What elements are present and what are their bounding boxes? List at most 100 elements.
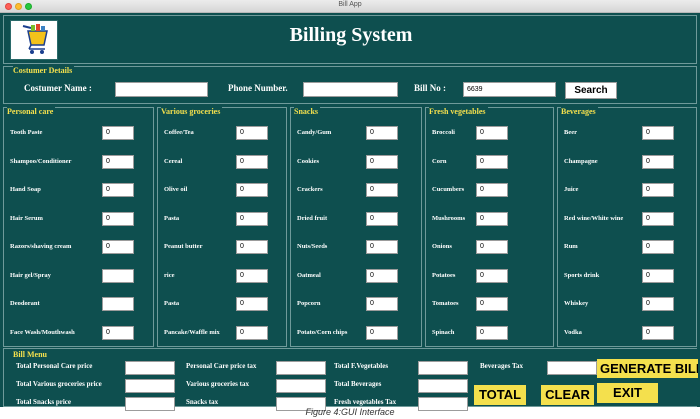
- item-label: Potato/Corn chips: [297, 328, 348, 336]
- item-label: Deodorant: [10, 300, 40, 307]
- item-label: Champagne: [564, 157, 598, 165]
- item-label: Tooth Paste: [10, 129, 43, 136]
- customer-name-label: Costumer Name :: [24, 83, 92, 93]
- item-label: Olive oil: [164, 186, 188, 193]
- item-label: Popcorn: [297, 300, 321, 307]
- quantity-input[interactable]: 0: [236, 126, 268, 140]
- header: Billing System: [3, 15, 697, 64]
- total-fresh-vegetables-field[interactable]: [418, 361, 468, 375]
- total-various-groceries-field[interactable]: [125, 379, 175, 393]
- quantity-input[interactable]: 0: [236, 240, 268, 254]
- item-label: Pancake/Waffle mix: [164, 328, 220, 336]
- phone-number-label: Phone Number.: [228, 83, 288, 93]
- various-groceries-frame: Various groceries Coffee/Tea 0 Cereal 0 Olive…: [157, 107, 287, 347]
- quantity-input[interactable]: 0: [236, 183, 268, 197]
- quantity-input[interactable]: 0: [476, 211, 508, 226]
- item-label: Spinach: [432, 328, 455, 336]
- quantity-input[interactable]: [102, 297, 134, 311]
- beverages-frame: Beverages Beer 0 Champagne 0 Juice 0 Red wine/W…: [557, 107, 697, 347]
- quantity-input[interactable]: 0: [642, 154, 674, 169]
- personal-care-frame: Personal care Tooth Paste 0 Shampoo/Conditi…: [3, 107, 154, 347]
- quantity-input[interactable]: 0: [236, 325, 268, 340]
- quantity-input[interactable]: 0: [102, 211, 134, 226]
- quantity-input[interactable]: 0: [642, 211, 674, 226]
- quantity-input[interactable]: 0: [366, 240, 398, 254]
- exit-button[interactable]: EXIT: [597, 383, 658, 403]
- item-label: rice: [164, 271, 175, 279]
- quantity-input[interactable]: 0: [476, 183, 508, 197]
- quantity-input[interactable]: 0: [102, 154, 134, 169]
- personal-care-tax-field[interactable]: [276, 361, 326, 375]
- item-label: Whiskey: [564, 300, 589, 307]
- phone-number-input[interactable]: [303, 82, 398, 97]
- quantity-input[interactable]: 0: [366, 126, 398, 140]
- item-label: Corn: [432, 157, 447, 165]
- quantity-input[interactable]: 0: [366, 154, 398, 169]
- total-beverages-label: Total Beverages: [334, 380, 382, 388]
- quantity-input[interactable]: 0: [642, 126, 674, 140]
- quantity-input[interactable]: 0: [102, 240, 134, 254]
- generate-bill-button[interactable]: GENERATE BILL: [597, 359, 698, 378]
- quantity-input[interactable]: 0: [642, 325, 674, 340]
- quantity-input[interactable]: 0: [366, 211, 398, 226]
- item-label: Hair gel/Spray: [10, 271, 51, 279]
- quantity-input[interactable]: 0: [476, 240, 508, 254]
- total-personal-care-label: Total Personal Care price: [16, 362, 93, 370]
- quantity-input[interactable]: 0: [102, 325, 134, 340]
- quantity-input[interactable]: 0: [366, 297, 398, 311]
- quantity-input[interactable]: 0: [102, 183, 134, 197]
- bill-number-label: Bill No :: [414, 83, 447, 93]
- quantity-input[interactable]: [102, 268, 134, 283]
- various-groceries-tax-field[interactable]: [276, 379, 326, 393]
- item-label: Pasta: [164, 214, 180, 222]
- total-button[interactable]: TOTAL: [474, 385, 526, 405]
- quantity-input[interactable]: 0: [236, 268, 268, 283]
- quantity-input[interactable]: 0: [476, 268, 508, 283]
- item-label: Hair Serum: [10, 214, 43, 222]
- quantity-input[interactable]: 0: [236, 154, 268, 169]
- page-title: Billing System: [289, 24, 413, 46]
- fresh-vegetables-frame: Fresh vegetables Broccoli 0 Corn 0 Cucumbers 0…: [425, 107, 554, 347]
- customer-name-input[interactable]: [115, 82, 208, 97]
- quantity-input[interactable]: 0: [476, 297, 508, 311]
- item-label: Peanut butter: [164, 243, 203, 250]
- quantity-input[interactable]: 0: [236, 211, 268, 226]
- item-label: Cereal: [164, 157, 183, 165]
- item-label: Sports drink: [564, 271, 600, 279]
- total-personal-care-field[interactable]: [125, 361, 175, 375]
- quantity-input[interactable]: 0: [642, 297, 674, 311]
- quantity-input[interactable]: 0: [642, 240, 674, 254]
- beverages-tax-field[interactable]: [547, 361, 597, 375]
- total-beverages-field[interactable]: [418, 379, 468, 393]
- customer-details-title: Costumer Details: [13, 66, 75, 75]
- item-label: Crackers: [297, 186, 323, 193]
- item-label: Tomatoes: [432, 300, 459, 307]
- quantity-input[interactable]: 0: [366, 268, 398, 283]
- customer-details-frame: Costumer Details Costumer Name : Phone N…: [3, 66, 697, 104]
- quantity-input[interactable]: 0: [366, 325, 398, 340]
- fresh-vegetables-tax-label: Fresh vegetables Tax: [334, 398, 397, 406]
- total-snacks-label: Total Snacks price: [16, 398, 71, 406]
- clear-button[interactable]: CLEAR: [541, 385, 594, 405]
- figure-caption: Figure 4:GUI Interface: [305, 407, 395, 417]
- quantity-input[interactable]: 0: [236, 297, 268, 311]
- item-label: Pasta: [164, 300, 180, 307]
- bill-number-input[interactable]: 6639: [463, 82, 556, 97]
- quantity-input[interactable]: 0: [102, 126, 134, 140]
- item-label: Cookies: [297, 157, 320, 165]
- search-button[interactable]: Search: [565, 82, 617, 99]
- quantity-input[interactable]: 0: [476, 126, 508, 140]
- quantity-input[interactable]: 0: [476, 325, 508, 340]
- item-label: Beer: [564, 129, 577, 136]
- beverages-tax-label: Beverages Tax: [480, 362, 523, 370]
- item-label: Rum: [564, 243, 578, 250]
- item-label: Cucumbers: [432, 186, 465, 193]
- bill-menu-frame: Bill Menu Total Personal Care price Tota…: [3, 348, 698, 411]
- beverages-title: Beverages: [561, 107, 598, 116]
- personal-care-title: Personal care: [7, 107, 56, 116]
- quantity-input[interactable]: 0: [366, 183, 398, 197]
- item-label: Broccoli: [432, 129, 455, 136]
- quantity-input[interactable]: 0: [642, 183, 674, 197]
- quantity-input[interactable]: 0: [476, 154, 508, 169]
- quantity-input[interactable]: 0: [642, 268, 674, 283]
